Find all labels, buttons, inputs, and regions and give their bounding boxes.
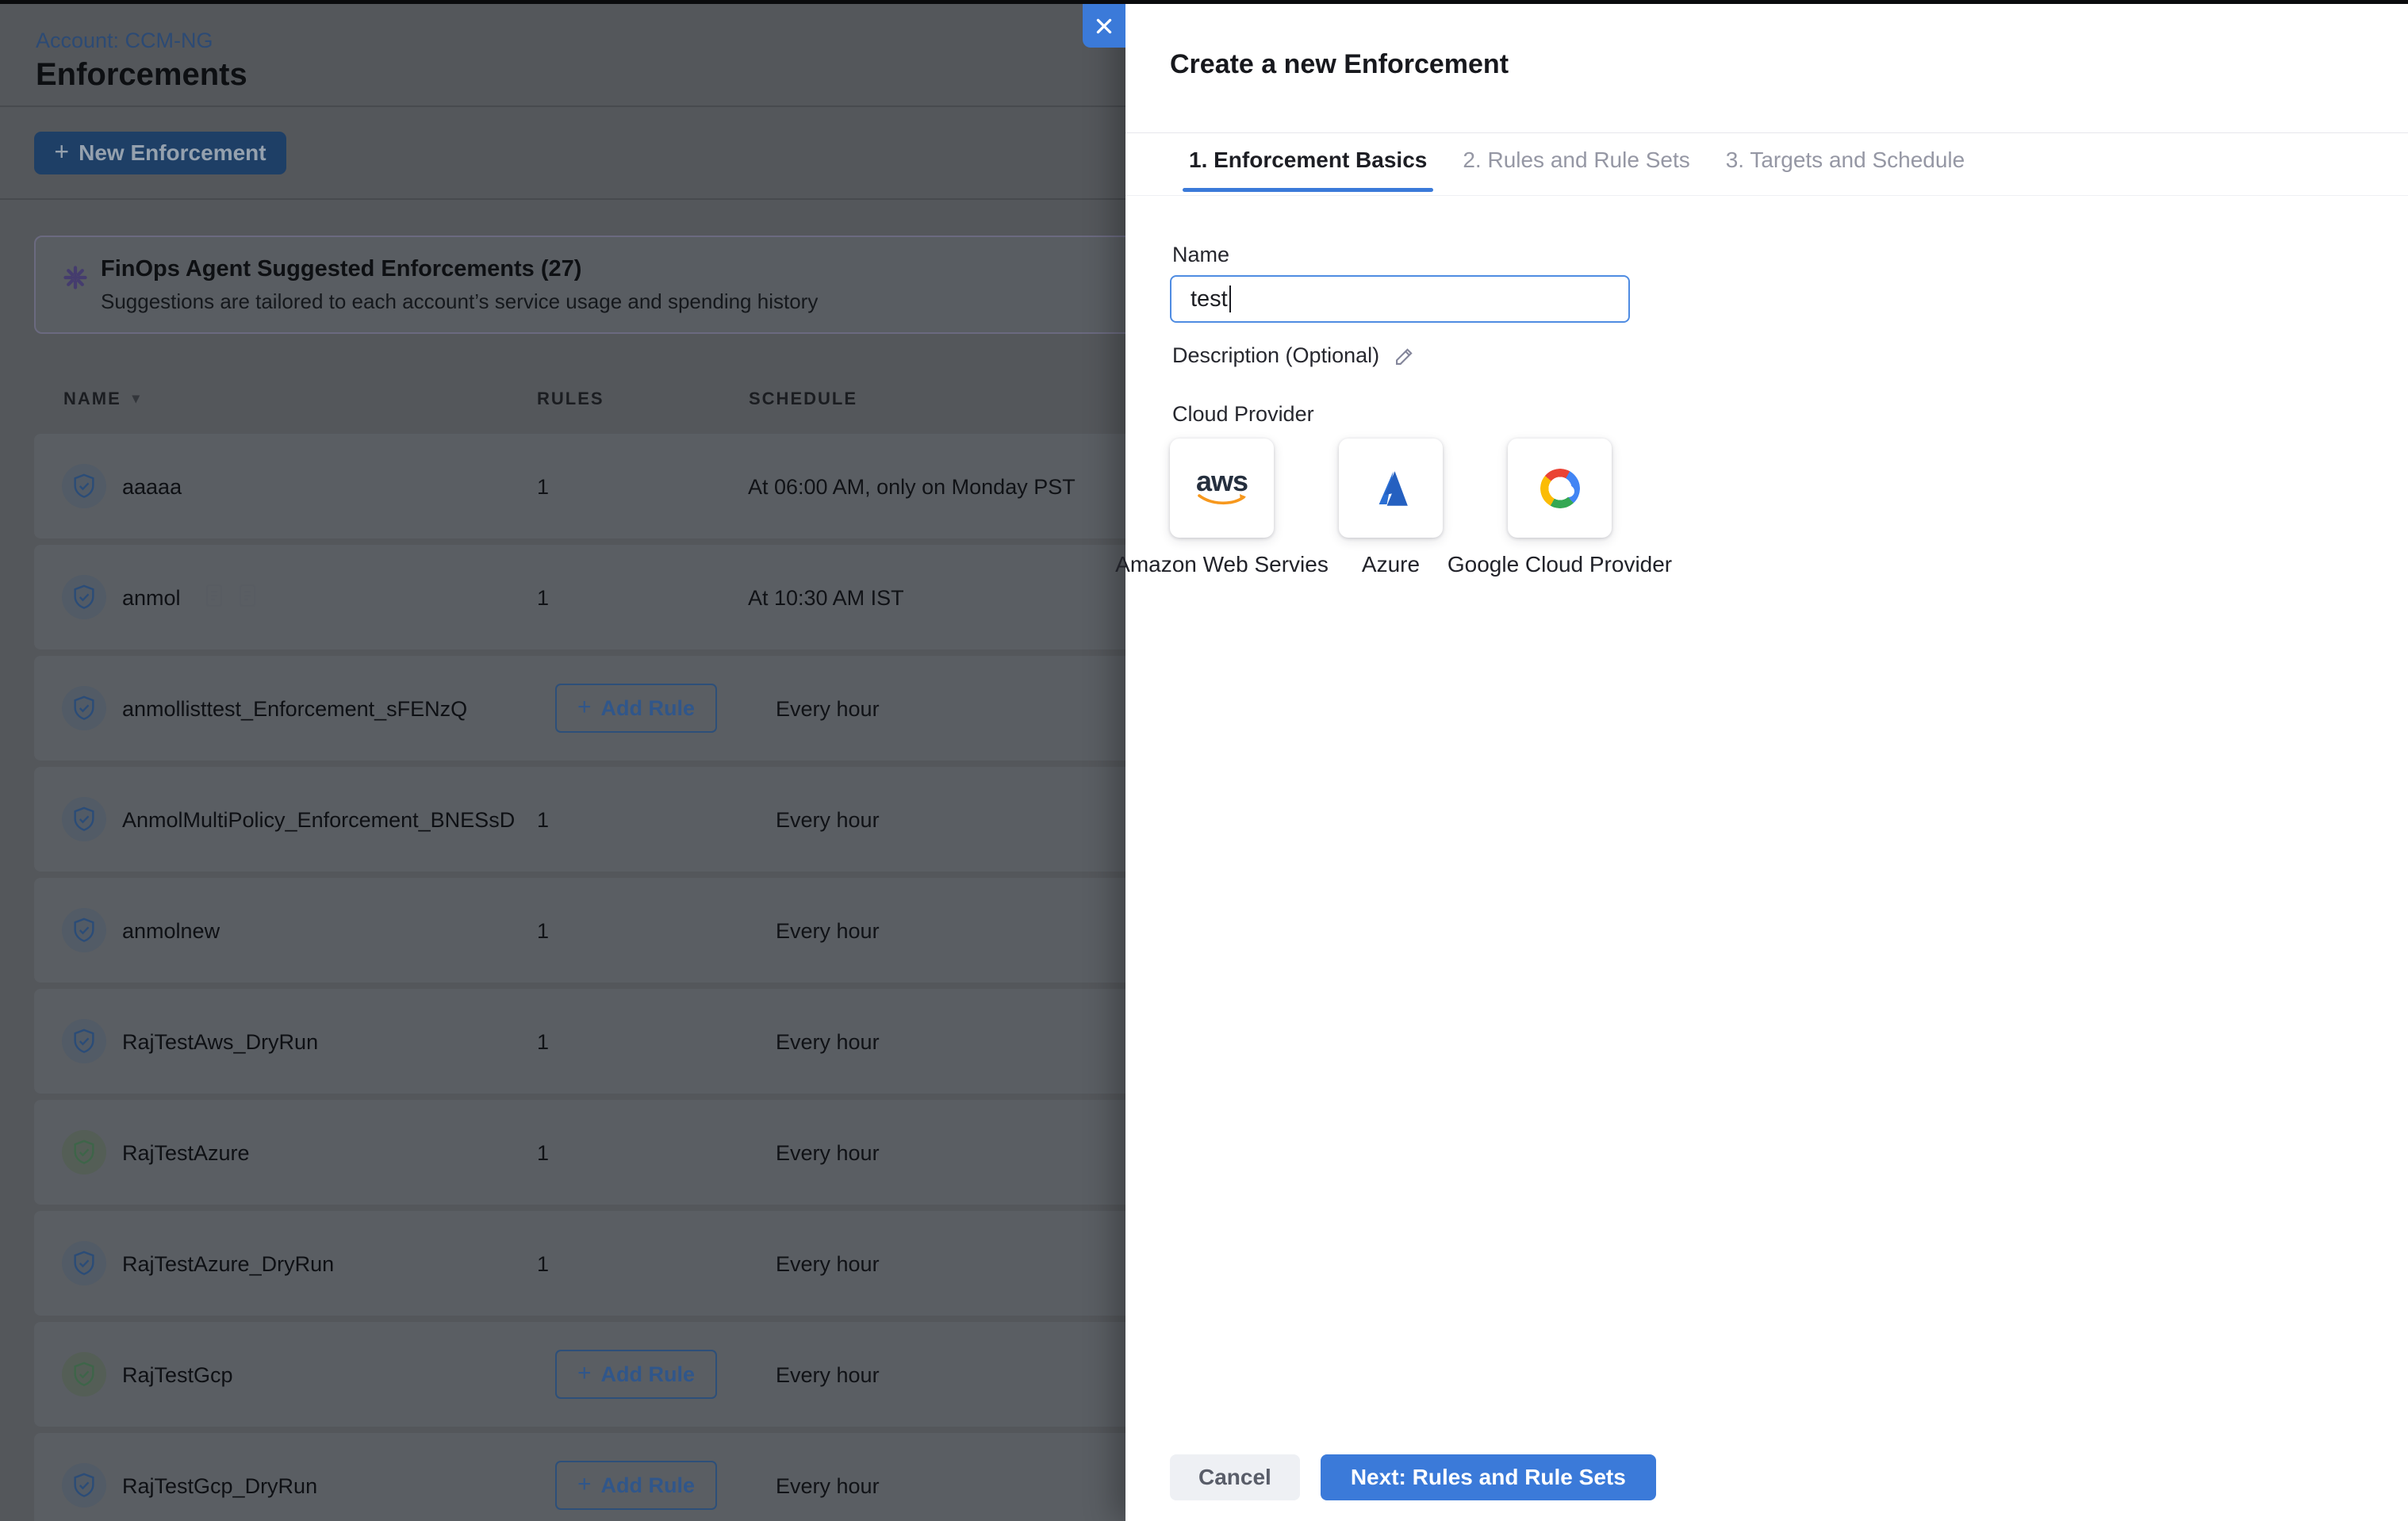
next-button[interactable]: Next: Rules and Rule Sets xyxy=(1321,1454,1656,1500)
shield-check-icon xyxy=(62,575,106,619)
rules-count: 1 xyxy=(537,1141,549,1166)
new-enforcement-button[interactable]: + New Enforcement xyxy=(34,132,286,174)
rules-count: 1 xyxy=(537,919,549,944)
enforcement-name: RajTestAzure xyxy=(122,1141,250,1166)
tab-enforcement-basics[interactable]: 1. Enforcement Basics xyxy=(1189,148,1427,192)
shield-check-icon xyxy=(62,1241,106,1285)
rules-count: 1 xyxy=(537,1252,549,1277)
name-input-value: test xyxy=(1191,286,1228,312)
rules-count: 1 xyxy=(537,475,549,500)
drawer-title: Create a new Enforcement xyxy=(1170,49,1509,80)
gcp-card[interactable] xyxy=(1508,439,1612,538)
shield-check-icon xyxy=(62,1019,106,1063)
divider xyxy=(1125,195,2408,196)
schedule-text: Every hour xyxy=(776,697,880,722)
schedule-text: Every hour xyxy=(776,1252,880,1277)
create-enforcement-drawer: Create a new Enforcement 1. Enforcement … xyxy=(1125,0,2408,1521)
schedule-text: Every hour xyxy=(776,1141,880,1166)
copy-icon xyxy=(205,583,224,608)
plus-icon: + xyxy=(577,1471,592,1498)
breadcrumb[interactable]: Account: CCM-NG xyxy=(36,29,213,53)
aws-logo-icon: aws xyxy=(1196,469,1248,508)
azure-card[interactable] xyxy=(1339,439,1443,538)
cloud-provider-label: Cloud Provider xyxy=(1172,402,1314,427)
schedule-text: Every hour xyxy=(776,1474,880,1499)
enforcement-name: AnmolMultiPolicy_Enforcement_BNESsD xyxy=(122,808,515,833)
enforcement-name: RajTestGcp xyxy=(122,1363,233,1388)
plus-icon: + xyxy=(54,137,69,167)
table-header: NAME▾ RULES SCHEDULE xyxy=(0,389,1125,412)
shield-check-icon xyxy=(62,908,106,952)
text-caret xyxy=(1229,285,1231,312)
name-label: Name xyxy=(1172,243,1229,267)
provider-option-azure: Azure xyxy=(1339,439,1443,538)
rules-count: 1 xyxy=(537,808,549,833)
plus-icon: + xyxy=(577,694,592,721)
shield-check-icon xyxy=(62,797,106,841)
enforcement-name: RajTestGcp_DryRun xyxy=(122,1474,317,1499)
provider-label: Google Cloud Provider xyxy=(1445,550,1675,579)
azure-logo-icon xyxy=(1368,465,1414,511)
schedule-text: Every hour xyxy=(776,919,880,944)
provider-option-gcp: Google Cloud Provider xyxy=(1508,439,1612,538)
enforcement-name: RajTestAws_DryRun xyxy=(122,1030,318,1055)
sort-caret-icon: ▾ xyxy=(132,390,141,407)
close-icon xyxy=(1094,16,1114,36)
shield-check-icon xyxy=(62,1352,106,1396)
divider xyxy=(1125,132,2408,133)
wizard-tabs: 1. Enforcement Basics 2. Rules and Rule … xyxy=(1189,148,1965,192)
shield-check-icon xyxy=(62,1130,106,1174)
schedule-text: Every hour xyxy=(776,1363,880,1388)
drawer-footer: Cancel Next: Rules and Rule Sets xyxy=(1170,1454,1656,1500)
pencil-icon xyxy=(1394,345,1416,367)
shield-check-icon xyxy=(62,686,106,730)
page-title: Enforcements xyxy=(36,57,247,93)
window-top-edge xyxy=(0,0,2408,4)
gcp-logo-icon xyxy=(1538,466,1582,511)
name-input[interactable]: test xyxy=(1170,275,1630,323)
enforcement-name: anmolnew xyxy=(122,919,220,944)
enforcement-name: aaaaa xyxy=(122,475,182,500)
cancel-button[interactable]: Cancel xyxy=(1170,1454,1300,1500)
rules-count: 1 xyxy=(537,1030,549,1055)
add-rule-button[interactable]: + Add Rule xyxy=(555,1350,717,1399)
column-header-schedule: SCHEDULE xyxy=(749,389,857,409)
description-label: Description (Optional) xyxy=(1172,343,1379,368)
enforcement-name: anmol xyxy=(122,586,181,611)
schedule-text: Every hour xyxy=(776,808,880,833)
enforcement-name: RajTestAzure_DryRun xyxy=(122,1252,334,1277)
new-enforcement-label: New Enforcement xyxy=(79,140,266,166)
column-header-name[interactable]: NAME▾ xyxy=(63,389,141,409)
aws-card[interactable]: aws xyxy=(1170,439,1274,538)
tab-rules-and-rule-sets[interactable]: 2. Rules and Rule Sets xyxy=(1463,148,1689,192)
shield-check-icon xyxy=(62,464,106,508)
copy-id-icons[interactable] xyxy=(205,583,257,608)
plus-icon: + xyxy=(577,1360,592,1387)
column-header-rules: RULES xyxy=(537,389,604,409)
finops-sparkle-icon xyxy=(63,266,87,289)
screen: Account: CCM-NG Enforcements + New Enfor… xyxy=(0,0,2408,1521)
schedule-text: Every hour xyxy=(776,1030,880,1055)
provider-option-aws: aws Amazon Web Servies xyxy=(1170,439,1274,538)
schedule-text: At 10:30 AM IST xyxy=(748,586,904,611)
cloud-provider-options: aws Amazon Web Servies xyxy=(1170,439,1612,538)
add-rule-button[interactable]: + Add Rule xyxy=(555,1461,717,1510)
tab-targets-and-schedule[interactable]: 3. Targets and Schedule xyxy=(1726,148,1965,192)
banner-title: FinOps Agent Suggested Enforcements (27) xyxy=(101,256,581,282)
shield-check-icon xyxy=(62,1463,106,1508)
enforcement-name: anmollisttest_Enforcement_sFENzQ xyxy=(122,697,467,722)
schedule-text: At 06:00 AM, only on Monday PST xyxy=(748,475,1076,500)
close-drawer-button[interactable] xyxy=(1083,4,1125,48)
banner-subtitle: Suggestions are tailored to each account… xyxy=(101,289,818,314)
copy-icon xyxy=(238,583,257,608)
edit-description-button[interactable] xyxy=(1394,345,1416,367)
rules-count: 1 xyxy=(537,586,549,611)
add-rule-button[interactable]: + Add Rule xyxy=(555,684,717,733)
